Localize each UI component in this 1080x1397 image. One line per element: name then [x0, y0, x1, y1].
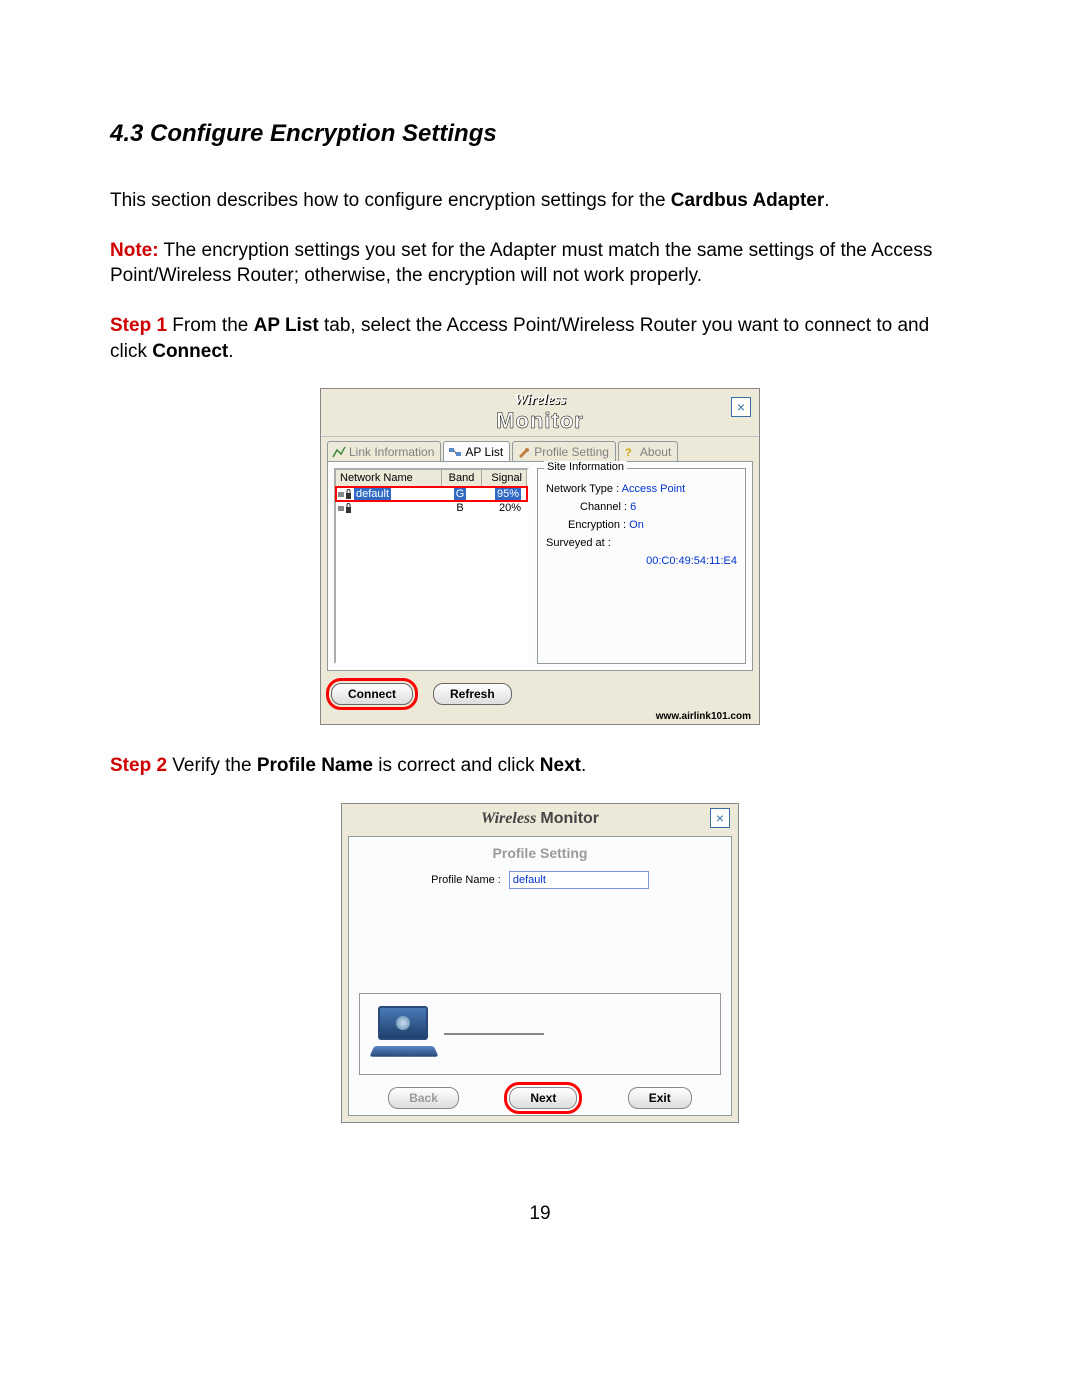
connect-button[interactable]: Connect [331, 683, 413, 705]
question-icon: ? [623, 446, 637, 458]
app-logo: Wireless Monitor [496, 393, 584, 432]
table-row[interactable]: default G 95% [336, 487, 527, 501]
wifi-lock-icon [338, 503, 352, 514]
list-header: Network Name Band Signal [336, 470, 527, 487]
tab-profile-setting[interactable]: Profile Setting [512, 441, 616, 461]
signal-icon [332, 446, 346, 458]
tab-bar: Link Information AP List Profile Setting… [321, 437, 759, 461]
step1-paragraph: Step 1 From the AP List tab, select the … [110, 313, 970, 364]
profile-name-input[interactable] [509, 871, 649, 889]
wireless-monitor-aplist-window: Wireless Monitor × Link Information AP L… [320, 388, 760, 725]
page-number: 19 [110, 1203, 970, 1225]
close-icon[interactable]: × [731, 397, 751, 417]
table-row[interactable]: B 20% [336, 501, 527, 515]
titlebar: Wireless Monitor × [342, 804, 738, 834]
wifi-lock-icon [338, 489, 352, 500]
profile-setting-heading: Profile Setting [355, 845, 725, 861]
profile-name-label: Profile Name : [431, 874, 501, 886]
wireless-monitor-profile-window: Wireless Monitor × Profile Setting Profi… [341, 803, 739, 1123]
refresh-button[interactable]: Refresh [433, 683, 512, 705]
site-information-group: Site Information Network Type : Access P… [537, 468, 746, 664]
network-list[interactable]: Network Name Band Signal default G 95% [334, 468, 529, 664]
wizard-button-row: Back Next Exit [349, 1087, 731, 1109]
profile-name-row: Profile Name : [355, 871, 725, 889]
note-paragraph: Note: The encryption settings you set fo… [110, 238, 970, 289]
tab-ap-list[interactable]: AP List [443, 441, 510, 461]
mac-address: 00:C0:49:54:11:E4 [646, 555, 737, 567]
laptop-icon [370, 1006, 440, 1062]
intro-paragraph: This section describes how to configure … [110, 188, 970, 214]
svg-text:?: ? [625, 447, 632, 458]
button-row: Connect Refresh [321, 677, 759, 709]
tab-about[interactable]: ? About [618, 441, 678, 461]
step2-paragraph: Step 2 Verify the Profile Name is correc… [110, 753, 970, 779]
footer-url: www.airlink101.com [321, 709, 759, 724]
titlebar: Wireless Monitor × [321, 389, 759, 437]
close-icon[interactable]: × [710, 808, 730, 828]
exit-button[interactable]: Exit [628, 1087, 692, 1109]
wrench-icon [517, 446, 531, 458]
profile-panel: Profile Setting Profile Name : Back Next… [348, 836, 732, 1116]
network-icon [448, 446, 462, 458]
siteinfo-legend: Site Information [544, 461, 627, 473]
next-button[interactable]: Next [509, 1087, 577, 1109]
section-heading: 4.3 Configure Encryption Settings [110, 120, 970, 148]
aplist-panel: Network Name Band Signal default G 95% [327, 461, 753, 671]
signal-line-icon [444, 1033, 544, 1035]
illustration-area [359, 993, 721, 1075]
back-button[interactable]: Back [388, 1087, 459, 1109]
tab-link-information[interactable]: Link Information [327, 441, 441, 461]
